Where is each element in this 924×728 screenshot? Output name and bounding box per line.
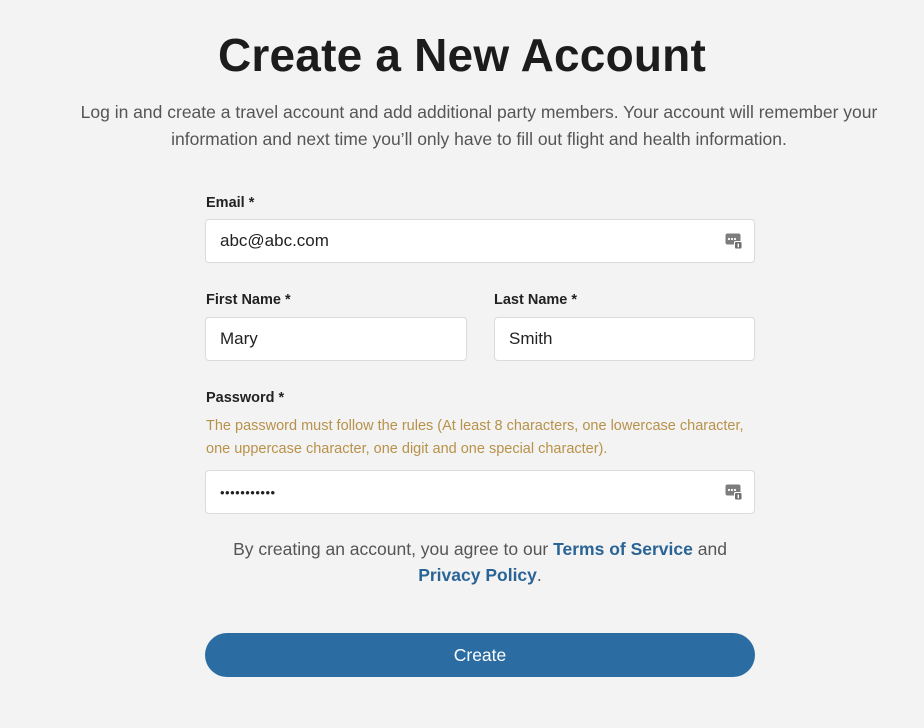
first-name-field-container [205,317,467,361]
password-label: Password * [206,390,285,406]
last-name-field-container [494,317,755,361]
first-name-field[interactable] [206,318,466,360]
first-name-label: First Name * [206,292,291,308]
password-manager-key-icon[interactable] [725,483,743,501]
agreement-prefix: By creating an account, you agree to our [233,539,554,559]
page-title: Create a New Account [218,29,706,81]
last-name-label: Last Name * [494,292,578,308]
intro-text: Log in and create a travel account and a… [80,102,878,149]
password-field[interactable] [206,471,754,513]
agreement-suffix: . [536,565,542,585]
agreement-middle: and [692,539,727,559]
last-name-field[interactable] [495,318,754,360]
password-rules-hint: The password must follow the rules (At l… [206,418,744,457]
email-field[interactable] [206,220,754,262]
privacy-policy-link[interactable]: Privacy Policy [418,565,537,585]
password-field-container [205,470,755,514]
terms-agreement: By creating an account, you agree to our… [205,536,755,588]
email-label: Email * [206,195,255,211]
create-button[interactable]: Create [205,633,755,677]
terms-of-service-link[interactable]: Terms of Service [553,539,693,559]
password-manager-key-icon[interactable] [725,232,743,250]
email-field-container [205,219,755,263]
